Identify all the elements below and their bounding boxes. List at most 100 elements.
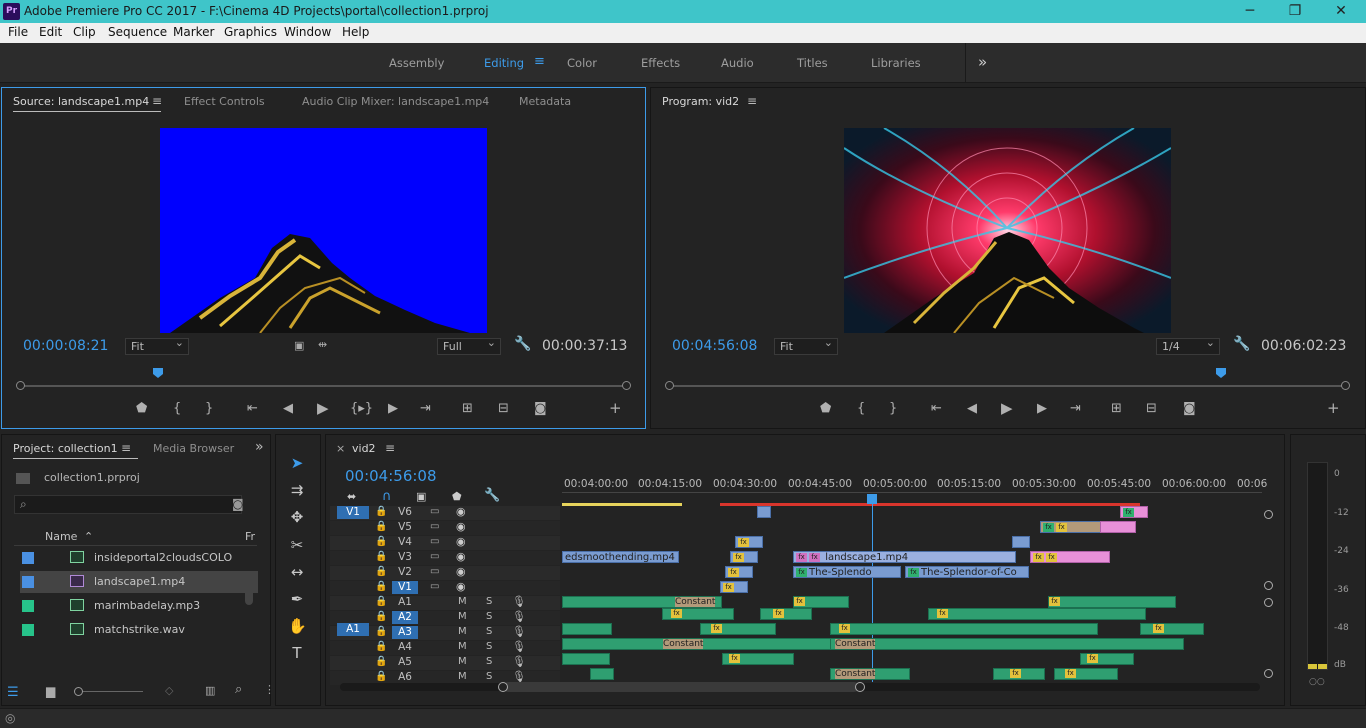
audio-clip[interactable]: Constant	[830, 668, 910, 680]
toggle-output-eye-icon[interactable]: ◉	[456, 535, 466, 548]
zoom-slider-handle[interactable]	[74, 687, 83, 696]
video-track-label[interactable]: V5	[392, 521, 418, 534]
workspace-audio[interactable]: Audio	[721, 56, 754, 70]
menu-file[interactable]: File	[8, 25, 28, 39]
audio-clip[interactable]: Constant	[562, 596, 722, 608]
add-marker-icon[interactable]: ⬟	[820, 401, 831, 416]
solo-button[interactable]: S	[486, 611, 492, 622]
mute-button[interactable]: M	[458, 611, 467, 622]
mark-out-icon[interactable]: }	[205, 401, 213, 416]
restore-button[interactable]: ❐	[1272, 0, 1318, 23]
sync-lock-icon[interactable]: ▭	[430, 536, 439, 547]
program-time-ruler[interactable]	[669, 385, 1347, 387]
mute-button[interactable]: M	[458, 641, 467, 652]
drag-video-icon[interactable]: ⇹	[318, 338, 327, 351]
audio-clip[interactable]: fx	[760, 608, 812, 620]
program-resolution-select[interactable]: 1/4	[1156, 336, 1220, 355]
selection-tool-icon[interactable]: ➤	[288, 454, 306, 472]
sort-ascending-icon[interactable]: ⌃	[84, 530, 93, 543]
find-icon[interactable]: ⌕	[235, 682, 242, 697]
tab-program[interactable]: Program: vid2	[662, 95, 739, 108]
source-zoom-select[interactable]: Fit	[125, 336, 189, 355]
tab-audio-clip-mixer[interactable]: Audio Clip Mixer: landscape1.mp4	[302, 95, 489, 108]
extract-icon[interactable]: ⊟	[1146, 401, 1157, 416]
video-clip[interactable]: fx The-Splendo	[793, 566, 901, 578]
sync-lock-icon[interactable]: ▭	[430, 506, 439, 517]
lock-icon[interactable]: 🔒	[375, 671, 387, 682]
lock-icon[interactable]: 🔒	[375, 641, 387, 652]
sync-lock-icon[interactable]: ▭	[430, 581, 439, 592]
tab-source[interactable]: Source: landscape1.mp4	[13, 95, 149, 108]
voice-over-mic-icon[interactable]: 🎙	[512, 640, 526, 653]
hand-tool-icon[interactable]: ✋	[288, 617, 307, 635]
go-to-out-icon[interactable]: ⇥	[1070, 401, 1081, 416]
audio-clip[interactable]: fx	[830, 623, 1098, 635]
workspace-menu-icon[interactable]: ≡	[534, 54, 545, 69]
column-framerate-header[interactable]: Fr	[245, 530, 255, 543]
sync-status-icon[interactable]: ◎	[5, 711, 15, 725]
go-to-out-icon[interactable]: ⇥	[420, 401, 431, 416]
sync-lock-icon[interactable]: ▭	[430, 551, 439, 562]
audio-clip[interactable]: fx	[993, 668, 1045, 680]
audio-clip[interactable]	[590, 668, 614, 680]
overwrite-icon[interactable]: ⊟	[498, 401, 509, 416]
voice-over-mic-icon[interactable]: 🎙	[512, 595, 526, 608]
icon-view-icon[interactable]: ▆	[46, 684, 55, 698]
solo-button[interactable]: S	[486, 656, 492, 667]
time-ruler[interactable]	[562, 492, 1262, 493]
lift-icon[interactable]: ⊞	[1111, 401, 1122, 416]
audio-clip[interactable]: fx	[1048, 596, 1176, 608]
audio-clip[interactable]: fx	[700, 623, 776, 635]
add-marker-icon[interactable]: ⬟	[452, 490, 462, 503]
list-view-icon[interactable]: ☰	[7, 685, 19, 700]
audio-clip[interactable]	[562, 653, 610, 665]
razor-tool-icon[interactable]: ✂	[288, 536, 306, 554]
solo-button[interactable]: S	[486, 641, 492, 652]
toggle-output-eye-icon[interactable]: ◉	[456, 580, 466, 593]
video-clip[interactable]: fx The-Splendor-of-Co	[905, 566, 1029, 578]
mark-out-icon[interactable]: }	[889, 401, 897, 416]
lock-icon[interactable]: 🔒	[375, 506, 387, 517]
ruler-start-handle[interactable]	[16, 381, 25, 390]
video-track-label[interactable]: V2	[392, 566, 418, 579]
audio-clip[interactable]	[562, 623, 612, 635]
solo-button[interactable]: S	[486, 626, 492, 637]
audio-track-label[interactable]: A3	[392, 626, 418, 639]
new-search-bin-icon[interactable]: ◙	[232, 497, 244, 511]
button-editor-icon[interactable]: +	[1327, 399, 1340, 417]
menu-edit[interactable]: Edit	[39, 25, 62, 39]
lock-icon[interactable]: 🔒	[375, 521, 387, 532]
audio-clip[interactable]: fx	[793, 596, 849, 608]
audio-track-label[interactable]: A4	[392, 641, 418, 654]
nest-icon[interactable]: ⬌	[347, 490, 356, 503]
toggle-output-eye-icon[interactable]: ◉	[456, 505, 466, 518]
video-track-label[interactable]: V4	[392, 536, 418, 549]
h-scroll-handle[interactable]	[855, 682, 865, 692]
panel-menu-icon[interactable]: ≡	[152, 94, 162, 108]
close-button[interactable]: ✕	[1318, 0, 1364, 23]
video-track-label[interactable]: V6	[392, 506, 418, 519]
pen-tool-icon[interactable]: ✒	[288, 590, 306, 608]
video-clip[interactable]: fx	[720, 581, 748, 593]
step-forward-icon[interactable]: ▶	[388, 401, 398, 416]
ruler-end-handle[interactable]	[1341, 381, 1350, 390]
list-item[interactable]: marimbadelay.mp3	[20, 595, 258, 617]
h-scroll-thumb[interactable]	[503, 682, 859, 692]
panel-menu-icon[interactable]: ≡	[121, 441, 131, 455]
audio-clip[interactable]: fx	[722, 653, 794, 665]
video-clip[interactable]: fx	[730, 551, 758, 563]
more-workspaces-icon[interactable]: »	[978, 53, 987, 71]
settings-wrench-icon[interactable]: 🔧	[1233, 336, 1250, 352]
sort-icon[interactable]: ◇	[165, 684, 173, 697]
mark-in-icon[interactable]: {	[857, 401, 865, 416]
source-resolution-select[interactable]: Full	[437, 336, 501, 355]
go-to-in-icon[interactable]: ⇤	[247, 401, 258, 416]
zoom-slider[interactable]	[83, 691, 143, 692]
source-time-ruler[interactable]	[20, 385, 628, 387]
menu-marker[interactable]: Marker	[173, 25, 214, 39]
voice-over-mic-icon[interactable]: 🎙	[512, 625, 526, 638]
export-frame-icon[interactable]: ◙	[534, 401, 547, 416]
lock-icon[interactable]: 🔒	[375, 551, 387, 562]
v-scroll-handle[interactable]	[1264, 581, 1273, 590]
menu-sequence[interactable]: Sequence	[108, 25, 167, 39]
